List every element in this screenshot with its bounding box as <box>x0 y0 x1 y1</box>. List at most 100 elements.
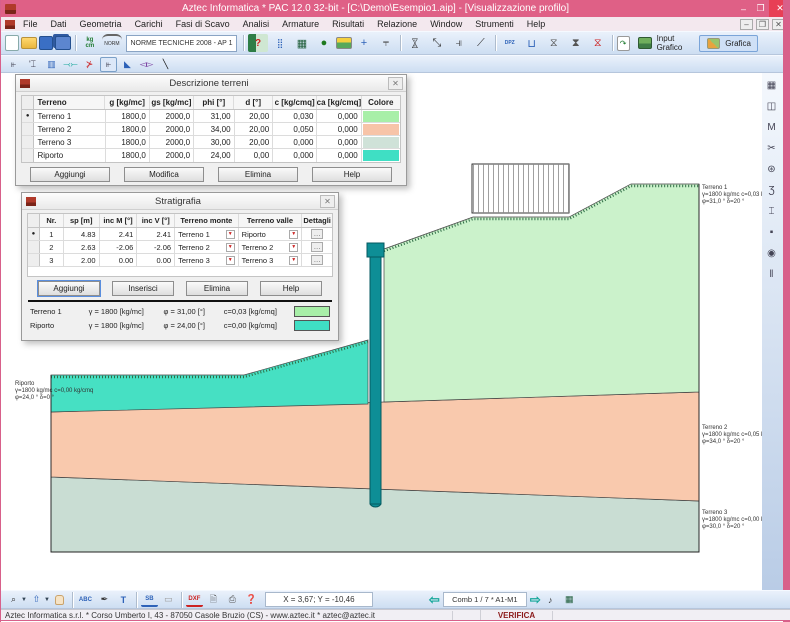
anchor-tool-icon[interactable]: Ʒ <box>764 183 780 198</box>
section-u-icon[interactable]: ⊔ <box>522 34 542 52</box>
prev-combination-icon[interactable]: ⇦ <box>429 592 440 608</box>
wall-data-icon[interactable]: ? <box>248 34 268 52</box>
terreni-row-3[interactable]: Terreno 3 1800,0 2000,0 30,00 20,00 0,00… <box>22 136 400 149</box>
terreni-close-icon[interactable]: ✕ <box>388 77 403 90</box>
minimize-button[interactable]: – <box>735 0 752 17</box>
pile-shaft[interactable] <box>370 255 381 504</box>
gear-icon[interactable]: ⊛ <box>764 162 780 177</box>
help-globe-icon[interactable]: ❓ <box>243 592 260 607</box>
pile-icon[interactable]: ꇻ <box>405 34 425 52</box>
bmp-export-icon[interactable]: 🗎 <box>205 592 222 607</box>
help-button[interactable]: Help <box>260 281 322 296</box>
mdi-restore-button[interactable]: ❐ <box>756 19 769 30</box>
monte-dropdown-icon[interactable]: ▼ <box>226 243 235 252</box>
labels-icon[interactable]: ABC <box>77 592 94 607</box>
monte-dropdown-icon[interactable]: ▼ <box>226 256 235 265</box>
menu-risultati[interactable]: Risultati <box>332 19 364 29</box>
vegetation-icon[interactable]: ● <box>314 34 334 52</box>
pan-hand-icon[interactable] <box>51 592 68 607</box>
dettagli-button[interactable]: … <box>311 242 323 252</box>
menu-file[interactable]: File <box>23 19 38 29</box>
elimina-button[interactable]: Elimina <box>186 281 248 296</box>
new-file-icon[interactable] <box>5 35 19 51</box>
verify-str-icon[interactable]: ⧗ <box>566 34 586 52</box>
units-kgcm-icon[interactable]: kgcm <box>80 34 100 52</box>
menu-relazione[interactable]: Relazione <box>377 19 417 29</box>
table-view-icon[interactable]: ▦ <box>561 592 578 607</box>
strati-row-3[interactable]: 3 2.00 0.00 0.00 Terreno 3▼ Terreno 3▼ … <box>28 254 332 267</box>
mdi-minimize-button[interactable]: – <box>740 19 753 30</box>
dettagli-button[interactable]: … <box>311 229 323 239</box>
inserisci-button[interactable]: Inserisci <box>112 281 174 296</box>
pile-tieback-icon[interactable]: ⫣ <box>449 34 469 52</box>
normative-selector[interactable]: NORME TECNICHE 2008 - AP 1 <box>126 35 237 52</box>
zoom-extents-icon[interactable]: ⇧ <box>28 592 45 607</box>
pile-raked-icon[interactable]: ⟋ <box>471 34 491 52</box>
zoom-icon[interactable]: ⌕ <box>5 592 22 607</box>
valle-dropdown-icon[interactable]: ▼ <box>289 230 298 239</box>
strati-row-1[interactable]: ● 1 4.83 2.41 2.41 Terreno 1▼ Riporto▼ … <box>28 228 332 241</box>
open-file-icon[interactable] <box>21 37 37 49</box>
menu-help[interactable]: Help <box>527 19 546 29</box>
wall-dimension-icon[interactable]: ⫧ <box>376 34 396 52</box>
terreni-dialog-titlebar[interactable]: Descrizione terreni ✕ <box>16 75 406 92</box>
profile-points-icon[interactable]: ⣿ <box>270 34 290 52</box>
menu-fasi-di-scavo[interactable]: Fasi di Scavo <box>176 19 230 29</box>
verify-stop-icon[interactable]: ⧖ <box>588 34 608 52</box>
dpz-diagram-icon[interactable]: DPZ <box>500 34 520 52</box>
soil-layers-icon[interactable] <box>336 37 352 49</box>
strati-row-2[interactable]: 2 2.63 -2.06 -2.06 Terreno 2▼ Terreno 2▼… <box>28 241 332 254</box>
elimina-button[interactable]: Elimina <box>218 167 298 182</box>
menu-window[interactable]: Window <box>430 19 462 29</box>
aggiungi-button[interactable]: Aggiungi <box>30 167 110 182</box>
terreni-row-4[interactable]: Riporto 1800,0 2000,0 24,00 0,00 0,000 0… <box>22 149 400 162</box>
valle-dropdown-icon[interactable]: ▼ <box>289 243 298 252</box>
diaphragm-icon[interactable]: ▥ <box>43 57 60 72</box>
axes-icon[interactable]: + <box>354 34 374 52</box>
text-tool-icon[interactable]: T <box>115 592 132 607</box>
menu-dati[interactable]: Dati <box>51 19 67 29</box>
scissors-icon[interactable]: ✂ <box>764 141 780 156</box>
dimension-m-icon[interactable]: M <box>764 120 780 135</box>
load-shapes-icon[interactable]: ◅▻ <box>138 57 155 72</box>
line-tool-icon[interactable]: ╲ <box>157 57 174 72</box>
stratigrafia-dialog-titlebar[interactable]: Stratigrafia ✕ <box>22 193 338 210</box>
grafica-button[interactable]: Grafica <box>699 35 758 52</box>
terreni-row-2[interactable]: Terreno 2 1800,0 2000,0 34,00 20,00 0,05… <box>22 123 400 136</box>
note-icon[interactable]: ♪ <box>542 592 559 607</box>
dettagli-button[interactable]: … <box>311 255 323 265</box>
menu-armature[interactable]: Armature <box>282 19 319 29</box>
profile-tool-icon[interactable]: ⫦ <box>100 57 117 72</box>
aggiungi-button[interactable]: Aggiungi <box>38 281 100 296</box>
dxf-export-icon[interactable]: DXF <box>186 592 203 607</box>
save-all-icon[interactable] <box>55 36 71 50</box>
stratigrafia-close-icon[interactable]: ✕ <box>320 195 335 208</box>
section-fill-icon[interactable]: ▪ <box>764 225 780 240</box>
menu-geometria[interactable]: Geometria <box>80 19 122 29</box>
bricks-tool-icon[interactable]: ▦ <box>764 78 780 93</box>
export-report-icon[interactable]: ↷ <box>617 36 630 51</box>
help-button[interactable]: Help <box>312 167 392 182</box>
stamp-icon[interactable]: ◉ <box>764 246 780 261</box>
combination-selector[interactable]: Comb 1 / 7 * A1-M1 <box>443 592 527 607</box>
maximize-button[interactable]: ❐ <box>752 0 769 17</box>
tirante-icon[interactable]: ⊁ <box>81 57 98 72</box>
monte-dropdown-icon[interactable]: ▼ <box>226 230 235 239</box>
modifica-button[interactable]: Modifica <box>124 167 204 182</box>
menu-strumenti[interactable]: Strumenti <box>475 19 514 29</box>
anchors-icon[interactable]: ⤙⤚ <box>62 57 79 72</box>
ruler-icon[interactable]: ▭ <box>160 592 177 607</box>
menu-analisi[interactable]: Analisi <box>243 19 270 29</box>
next-combination-icon[interactable]: ⇨ <box>530 592 541 608</box>
save-icon[interactable] <box>39 36 53 50</box>
bars-icon[interactable]: ‖ <box>764 267 780 282</box>
menu-carichi[interactable]: Carichi <box>135 19 163 29</box>
bricks-icon[interactable]: ▦ <box>292 34 312 52</box>
terreni-row-1[interactable]: ● Terreno 1 1800,0 2000,0 31,00 20,00 0,… <box>22 110 400 123</box>
wall-section-icon[interactable]: ⫦ <box>5 57 22 72</box>
print-preview-icon[interactable]: ⎙ <box>224 592 241 607</box>
pile-cap[interactable] <box>367 243 384 257</box>
wall-cap-tool-icon[interactable]: ◫ <box>764 99 780 114</box>
column-icon[interactable]: '⌶ <box>24 57 41 72</box>
pointer-pin-icon[interactable]: ✒ <box>96 592 113 607</box>
